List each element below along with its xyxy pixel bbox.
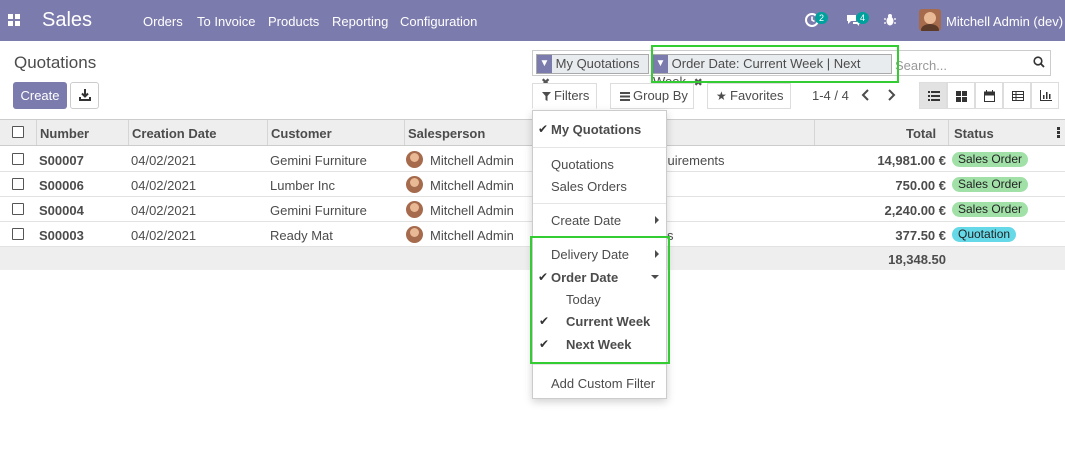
status-badge: Quotation xyxy=(952,227,1017,242)
page-title[interactable]: Quotations xyxy=(14,53,96,73)
user-avatar[interactable] xyxy=(919,9,941,31)
app-brand[interactable]: Sales xyxy=(42,9,92,32)
select-all-checkbox[interactable] xyxy=(12,126,24,138)
row-checkbox[interactable] xyxy=(12,178,24,190)
filter-my-quotations[interactable]: My Quotations xyxy=(551,122,641,137)
customer: Gemini Furniture xyxy=(270,203,367,218)
menu-configuration[interactable]: Configuration xyxy=(400,14,477,29)
search-icon[interactable] xyxy=(1033,56,1045,68)
total: 377.50 € xyxy=(895,228,946,243)
download-button[interactable] xyxy=(70,82,99,109)
column-total[interactable]: Total xyxy=(906,126,936,141)
filter-icon: ▼ xyxy=(537,55,552,73)
pivot-view-icon xyxy=(1012,91,1024,101)
pivot-view-button[interactable] xyxy=(1003,82,1031,109)
add-custom-filter[interactable]: Add Custom Filter xyxy=(551,376,655,391)
total: 750.00 € xyxy=(895,178,946,193)
star-icon: ★ xyxy=(716,89,727,103)
create-button[interactable]: Create xyxy=(13,82,67,109)
salesperson: Mitchell Admin xyxy=(430,178,514,193)
salesperson-avatar xyxy=(406,226,423,243)
salesperson: Mitchell Admin xyxy=(430,228,514,243)
salesperson: Mitchell Admin xyxy=(430,153,514,168)
messages-badge: 4 xyxy=(856,12,870,24)
customer: Gemini Furniture xyxy=(270,153,367,168)
top-navbar: Sales Orders To Invoice Products Reporti… xyxy=(0,0,1065,41)
menu-to-invoice[interactable]: To Invoice xyxy=(197,14,256,29)
kanban-view-button[interactable] xyxy=(947,82,975,109)
calendar-view-button[interactable] xyxy=(975,82,1003,109)
list-view-button[interactable] xyxy=(919,82,947,109)
status-badge: Sales Order xyxy=(952,202,1029,217)
column-creation-date[interactable]: Creation Date xyxy=(132,126,217,141)
filter-quotations[interactable]: Quotations xyxy=(551,157,614,172)
menu-reporting[interactable]: Reporting xyxy=(332,14,388,29)
favorites-label: Favorites xyxy=(730,88,784,103)
row-checkbox[interactable] xyxy=(12,153,24,165)
kanban-view-icon xyxy=(956,91,967,102)
filter-icon xyxy=(542,92,551,101)
highlight-box-order-date xyxy=(530,236,670,364)
row-checkbox[interactable] xyxy=(12,228,24,240)
salesperson-avatar xyxy=(406,201,423,218)
order-number: S00003 xyxy=(39,228,84,243)
creation-date: 04/02/2021 xyxy=(131,153,197,168)
pager-previous-icon[interactable] xyxy=(861,89,870,101)
status-badge: Sales Order xyxy=(952,152,1029,167)
group-by-label: Group By xyxy=(633,88,688,103)
check-icon: ✔ xyxy=(538,122,549,136)
apps-menu-icon[interactable] xyxy=(8,14,20,26)
filter-create-date[interactable]: Create Date xyxy=(551,213,621,228)
order-number: S00006 xyxy=(39,178,84,193)
list-icon xyxy=(620,92,630,101)
creation-date: 04/02/2021 xyxy=(131,228,197,243)
filters-button[interactable]: Filters xyxy=(532,83,597,109)
download-icon xyxy=(79,89,91,101)
calendar-view-icon xyxy=(984,90,995,102)
status-badge: Sales Order xyxy=(952,177,1029,192)
user-menu[interactable]: Mitchell Admin (dev) xyxy=(946,14,1063,29)
customer: Ready Mat xyxy=(270,228,333,243)
favorites-button[interactable]: ★ Favorites xyxy=(707,83,791,109)
optional-columns-icon[interactable] xyxy=(1057,127,1060,138)
order-number: S00004 xyxy=(39,203,84,218)
salesperson-avatar xyxy=(406,151,423,168)
creation-date: 04/02/2021 xyxy=(131,178,197,193)
creation-date: 04/02/2021 xyxy=(131,203,197,218)
group-by-button[interactable]: Group By xyxy=(610,83,694,109)
highlight-box-facet xyxy=(651,45,899,83)
activity-badge: 2 xyxy=(815,12,829,24)
total: 14,981.00 € xyxy=(877,153,946,168)
menu-products[interactable]: Products xyxy=(268,14,319,29)
search-input[interactable]: Search... xyxy=(895,58,947,73)
customer: Lumber Inc xyxy=(270,178,336,193)
grand-total: 18,348.50 xyxy=(888,252,946,267)
list-view-icon xyxy=(928,91,940,101)
column-status[interactable]: Status xyxy=(954,126,994,141)
menu-orders[interactable]: Orders xyxy=(143,14,183,29)
salesperson: Mitchell Admin xyxy=(430,203,514,218)
graph-view-icon xyxy=(1040,90,1052,101)
total: 2,240.00 € xyxy=(884,203,946,218)
graph-view-button[interactable] xyxy=(1031,82,1059,109)
facet-my-quotations[interactable]: ▼ My Quotations ✖ xyxy=(536,54,649,89)
column-customer[interactable]: Customer xyxy=(271,126,332,141)
column-salesperson[interactable]: Salesperson xyxy=(408,126,485,141)
filters-label: Filters xyxy=(554,88,590,103)
row-checkbox[interactable] xyxy=(12,203,24,215)
salesperson-avatar xyxy=(406,176,423,193)
pager-next-icon[interactable] xyxy=(887,89,896,101)
caret-right-icon xyxy=(655,216,659,224)
pager-value[interactable]: 1-4 / 4 xyxy=(812,88,849,103)
order-number: S00007 xyxy=(39,153,84,168)
column-number[interactable]: Number xyxy=(40,126,89,141)
filter-sales-orders[interactable]: Sales Orders xyxy=(551,179,627,194)
facet-label: My Quotations xyxy=(555,56,640,71)
debug-bug-icon[interactable] xyxy=(884,13,896,27)
